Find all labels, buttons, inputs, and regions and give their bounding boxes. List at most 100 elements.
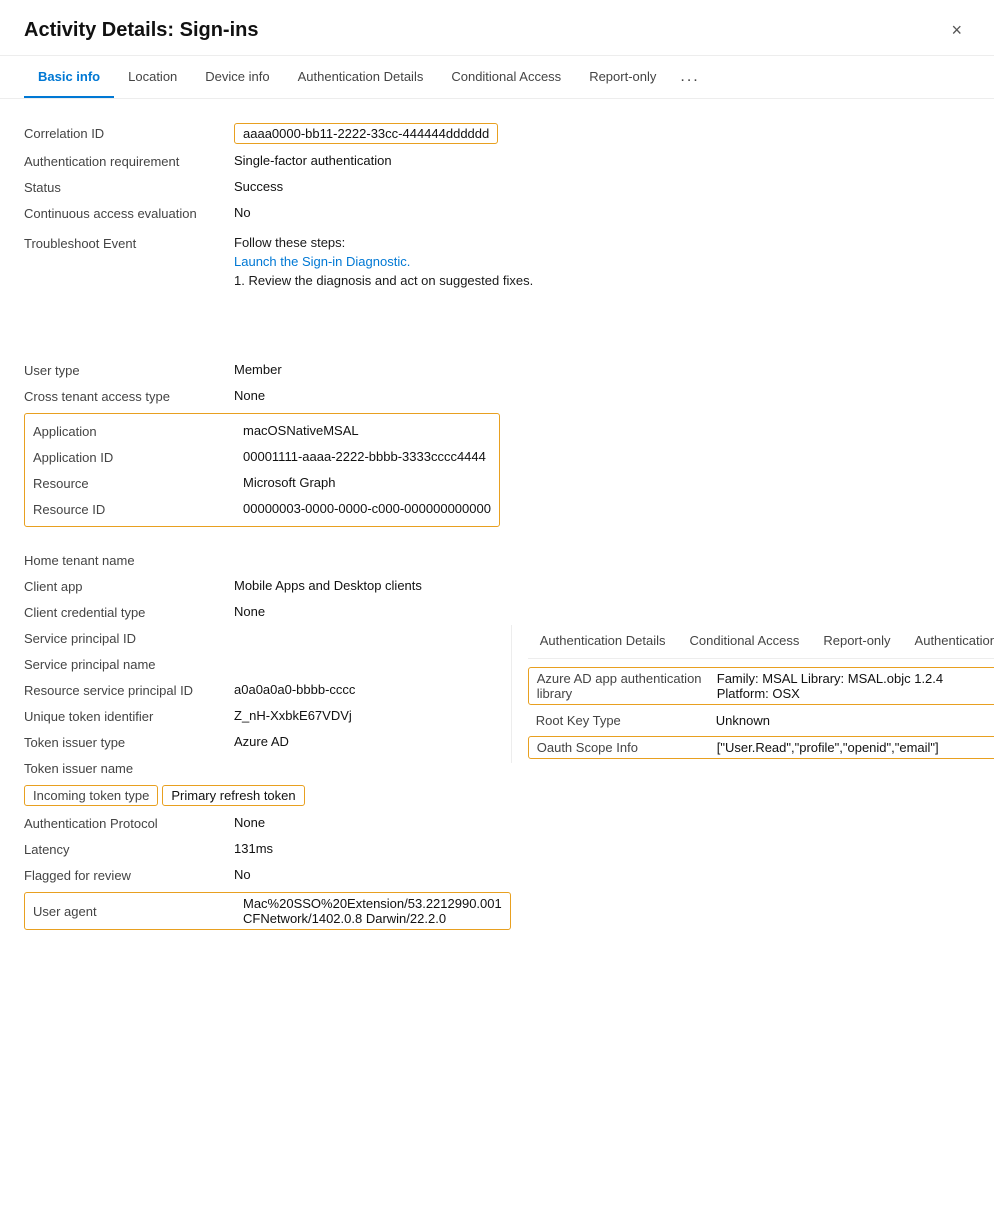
root-key-value: Unknown: [716, 713, 770, 728]
tab-basic-info[interactable]: Basic info: [24, 57, 114, 98]
status-label: Status: [24, 179, 234, 195]
latency-label: Latency: [24, 841, 234, 857]
client-app-label: Client app: [24, 578, 234, 594]
cross-tenant-row: Cross tenant access type None: [24, 383, 970, 409]
incoming-token-label: Incoming token type: [24, 785, 158, 806]
client-app-row: Client app Mobile Apps and Desktop clien…: [24, 573, 970, 599]
resource-id-label: Resource ID: [33, 501, 243, 517]
client-app-value: Mobile Apps and Desktop clients: [234, 578, 970, 593]
application-block: Application macOSNativeMSAL Application …: [24, 413, 500, 527]
svc-principal-name-row: Service principal name: [24, 651, 511, 677]
app-id-label: Application ID: [33, 449, 243, 465]
dialog-title: Activity Details: Sign-ins: [24, 19, 259, 42]
correlation-id-value: aaaa0000-bb11-2222-33cc-444444dddddd: [234, 123, 498, 144]
tab-bar: Basic info Location Device info Authenti…: [0, 56, 994, 99]
client-cred-label: Client credential type: [24, 604, 234, 620]
tab-report-only[interactable]: Report-only: [575, 57, 670, 98]
unique-token-label: Unique token identifier: [24, 708, 234, 724]
auth-protocol-value: None: [234, 815, 511, 830]
resource-svc-value: a0a0a0a0-bbbb-cccc: [234, 682, 511, 697]
secondary-tab-conditional[interactable]: Conditional Access: [678, 625, 812, 658]
application-label: Application: [33, 423, 243, 439]
azure-ad-lib-value: Family: MSAL Library: MSAL.objc 1.2.4 Pl…: [717, 671, 992, 701]
root-key-label: Root Key Type: [536, 713, 716, 728]
resource-id-row: Resource ID 00000003-0000-0000-c000-0000…: [33, 496, 491, 522]
resource-value: Microsoft Graph: [243, 475, 491, 490]
client-cred-row: Client credential type None: [24, 599, 970, 625]
token-issuer-type-row: Token issuer type Azure AD: [24, 729, 511, 755]
secondary-tab-auth-events[interactable]: Authentication Events: [903, 625, 994, 658]
status-value: Success: [234, 179, 970, 194]
resource-svc-row: Resource service principal ID a0a0a0a0-b…: [24, 677, 511, 703]
tab-more[interactable]: ...: [670, 56, 709, 98]
auth-protocol-row: Authentication Protocol None: [24, 810, 511, 836]
flagged-label: Flagged for review: [24, 867, 234, 883]
secondary-tab-bar: Authentication Details Conditional Acces…: [528, 625, 994, 659]
token-issuer-type-label: Token issuer type: [24, 734, 234, 750]
application-row: Application macOSNativeMSAL: [33, 418, 491, 444]
auth-req-label: Authentication requirement: [24, 153, 234, 169]
troubleshoot-review: 1. Review the diagnosis and act on sugge…: [234, 273, 533, 288]
tab-conditional-access[interactable]: Conditional Access: [437, 57, 575, 98]
unique-token-row: Unique token identifier Z_nH-XxbkE67VDVj: [24, 703, 511, 729]
tab-authentication-details[interactable]: Authentication Details: [284, 57, 438, 98]
user-agent-value: Mac%20SSO%20Extension/53.2212990.001 CFN…: [243, 896, 502, 926]
root-key-row: Root Key Type Unknown: [528, 709, 994, 732]
home-tenant-label: Home tenant name: [24, 552, 234, 568]
application-value: macOSNativeMSAL: [243, 423, 491, 438]
token-issuer-name-label: Token issuer name: [24, 760, 234, 776]
cross-tenant-value: None: [234, 388, 970, 403]
activity-details-dialog: Activity Details: Sign-ins × Basic info …: [0, 0, 994, 1217]
resource-label: Resource: [33, 475, 243, 491]
flagged-row: Flagged for review No: [24, 862, 511, 888]
secondary-tab-auth-details[interactable]: Authentication Details: [528, 625, 678, 658]
cae-label: Continuous access evaluation: [24, 205, 234, 221]
client-cred-value: None: [234, 604, 970, 619]
app-id-value: 00001111-aaaa-2222-bbbb-3333cccc4444: [243, 449, 491, 464]
correlation-id-label: Correlation ID: [24, 126, 234, 141]
svc-principal-id-row: Service principal ID: [24, 625, 511, 651]
svc-principal-name-label: Service principal name: [24, 656, 234, 672]
user-type-value: Member: [234, 362, 970, 377]
main-content: Correlation ID aaaa0000-bb11-2222-33cc-4…: [0, 99, 994, 950]
oauth-scope-value: ["User.Read","profile","openid","email"]: [717, 740, 939, 755]
incoming-token-row: Incoming token type Primary refresh toke…: [24, 781, 511, 810]
latency-row: Latency 131ms: [24, 836, 511, 862]
svc-principal-id-label: Service principal ID: [24, 630, 234, 646]
app-id-row: Application ID 00001111-aaaa-2222-bbbb-3…: [33, 444, 491, 470]
user-agent-label: User agent: [33, 904, 243, 919]
tab-device-info[interactable]: Device info: [191, 57, 283, 98]
auth-req-value: Single-factor authentication: [234, 153, 970, 168]
oauth-scope-label: Oauth Scope Info: [537, 740, 717, 755]
troubleshoot-row: Troubleshoot Event Follow these steps: L…: [24, 230, 970, 293]
troubleshoot-label: Troubleshoot Event: [24, 235, 234, 251]
troubleshoot-value: Follow these steps: Launch the Sign-in D…: [234, 235, 533, 288]
resource-row: Resource Microsoft Graph: [33, 470, 491, 496]
auth-protocol-label: Authentication Protocol: [24, 815, 234, 831]
right-panel: Authentication Details Conditional Acces…: [511, 625, 994, 763]
unique-token-value: Z_nH-XxbkE67VDVj: [234, 708, 511, 723]
user-agent-row: User agent Mac%20SSO%20Extension/53.2212…: [24, 892, 511, 930]
troubleshoot-step: Follow these steps:: [234, 235, 533, 250]
incoming-token-value: Primary refresh token: [162, 785, 304, 806]
secondary-tab-report-only[interactable]: Report-only: [811, 625, 902, 658]
cae-row: Continuous access evaluation No: [24, 200, 970, 226]
token-issuer-type-value: Azure AD: [234, 734, 511, 749]
dialog-header: Activity Details: Sign-ins ×: [0, 0, 994, 56]
cross-tenant-label: Cross tenant access type: [24, 388, 234, 404]
azure-ad-lib-label: Azure AD app authentication library: [537, 671, 717, 701]
resource-svc-label: Resource service principal ID: [24, 682, 234, 698]
tab-location[interactable]: Location: [114, 57, 191, 98]
troubleshoot-link[interactable]: Launch the Sign-in Diagnostic.: [234, 254, 533, 269]
close-button[interactable]: ×: [943, 16, 970, 45]
user-type-row: User type Member: [24, 357, 970, 383]
status-row: Status Success: [24, 174, 970, 200]
token-issuer-name-row: Token issuer name: [24, 755, 511, 781]
left-panel: Service principal ID Service principal n…: [24, 625, 511, 934]
user-type-label: User type: [24, 362, 234, 378]
cae-value: No: [234, 205, 970, 220]
oauth-scope-row: Oauth Scope Info ["User.Read","profile",…: [528, 736, 994, 759]
auth-req-row: Authentication requirement Single-factor…: [24, 148, 970, 174]
resource-id-value: 00000003-0000-0000-c000-000000000000: [243, 501, 491, 516]
flagged-value: No: [234, 867, 511, 882]
